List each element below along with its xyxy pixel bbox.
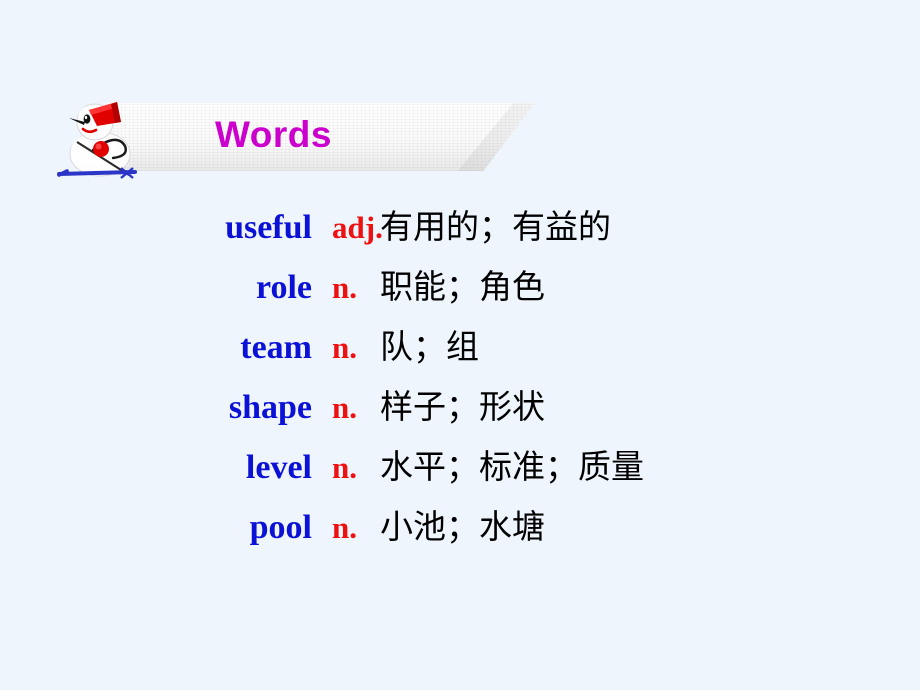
vocabulary-word: level <box>245 449 312 486</box>
vocabulary-part-of-speech: n. <box>332 390 357 425</box>
vocabulary-part-of-speech: n. <box>332 330 357 365</box>
vocabulary-row: level n. 水平；标准；质量 <box>0 440 920 500</box>
vocabulary-part-of-speech: adj. <box>332 210 383 245</box>
vocabulary-meaning: 小池；水塘 <box>380 507 545 546</box>
vocabulary-row: team n. 队；组 <box>0 320 920 380</box>
vocabulary-part-of-speech: n. <box>332 270 357 305</box>
banner-title-text: Words <box>215 114 332 155</box>
vocabulary-row: useful adj. 有用的；有益的 <box>0 200 920 260</box>
vocabulary-meaning: 有用的；有益的 <box>380 207 611 246</box>
slide-canvas: Words useful adj. 有用的；有益的 role n. 职能；角色 … <box>0 0 920 690</box>
title-banner: Words <box>55 92 535 192</box>
vocabulary-word: useful <box>225 209 312 246</box>
vocabulary-word: role <box>255 269 312 306</box>
vocabulary-word: shape <box>228 389 312 426</box>
vocabulary-meaning: 职能；角色 <box>380 267 545 306</box>
vocabulary-meaning: 水平；标准；质量 <box>380 447 644 486</box>
vocabulary-meaning: 样子；形状 <box>380 387 545 426</box>
vocabulary-word: pool <box>249 509 312 546</box>
vocabulary-part-of-speech: n. <box>332 450 357 485</box>
vocabulary-word: team <box>240 329 312 366</box>
vocabulary-row: role n. 职能；角色 <box>0 260 920 320</box>
vocabulary-list: useful adj. 有用的；有益的 role n. 职能；角色 team n… <box>0 200 920 560</box>
vocabulary-row: pool n. 小池；水塘 <box>0 500 920 560</box>
skiing-snowman-icon <box>57 102 137 179</box>
vocabulary-meaning: 队；组 <box>380 327 479 366</box>
vocabulary-part-of-speech: n. <box>332 510 357 545</box>
vocabulary-row: shape n. 样子；形状 <box>0 380 920 440</box>
